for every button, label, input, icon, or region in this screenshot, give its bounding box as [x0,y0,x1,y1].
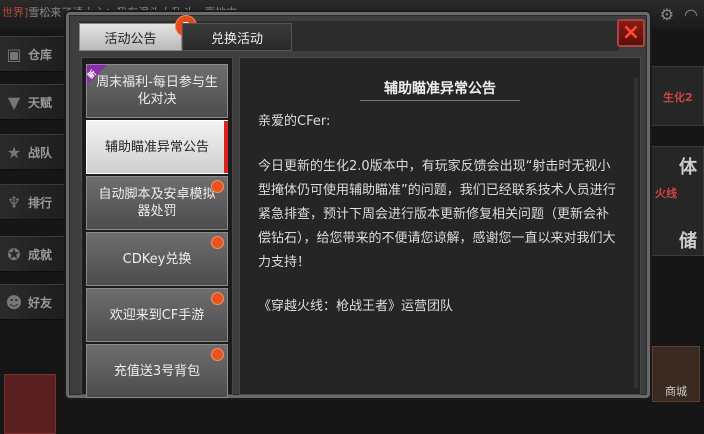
promo-banner[interactable]: 生化2 [648,66,704,126]
body-paragraph: 今日更新的生化2.0版本中，有玩家反馈会出现“射击时无视小型掩体仍可使用辅助瞄准… [258,159,616,270]
list-item-label: 充值送3号背包 [113,363,201,379]
ticker-prefix: 世界] [2,6,29,19]
menu-item-label: 仓库 [28,47,53,62]
list-item-label: 辅助瞄准异常公告 [104,139,209,155]
menu-item-label: 战队 [28,145,53,160]
greeting-text: 亲爱的CFer: [258,114,331,129]
announcement-list: 新 周末福利-每日参与生化对决 辅助瞄准异常公告 自动脚本及安卓模拟器处罚 CD… [81,57,233,398]
list-item-label: 周末福利-每日参与生化对决 [96,75,218,107]
list-item-welcome[interactable]: 欢迎来到CF手游 [86,288,228,342]
promo-panel[interactable]: 体 火线 储 [648,146,704,256]
person-icon: ☻ [5,292,23,312]
menu-item-friends[interactable]: ☻ 好友 [0,284,72,320]
shop-button-label: 商城 [665,385,687,398]
close-button[interactable]: × [617,19,645,47]
fire-label: 火线 [655,187,677,200]
menu-item-talent[interactable]: ▼ 天赋 [0,84,72,120]
tab-bar: 活动公告 5 兑换活动 [79,15,619,51]
unread-dot [211,292,224,305]
content-body[interactable]: 亲爱的CFer: 今日更新的生化2.0版本中，有玩家反馈会出现“射击时无视小型掩… [258,110,620,319]
medal-icon: ✪ [7,244,21,264]
close-icon: × [621,20,641,45]
promo-big-text-2: 储 [679,231,697,252]
list-item-label: 自动脚本及安卓模拟器处罚 [98,187,216,219]
menu-item-achievement[interactable]: ✪ 成就 [0,236,72,272]
list-item-aim-assist-notice[interactable]: 辅助瞄准异常公告 [86,120,228,174]
promo-big-text-1: 体 [679,157,697,178]
left-menu: ▣ 仓库 ▼ 天赋 ★ 战队 ♆ 排行 ✪ 成就 ☻ 好友 [0,36,74,434]
unread-dot [211,236,224,249]
announcement-content: 辅助瞄准异常公告 亲爱的CFer: 今日更新的生化2.0版本中，有玩家反馈会出现… [239,57,641,395]
menu-item-warehouse[interactable]: ▣ 仓库 [0,36,72,72]
tab-redeem-events[interactable]: 兑换活动 [182,23,292,51]
list-item-label: 欢迎来到CF手游 [109,307,205,323]
right-side-panel: 生化2 体 火线 储 商城 [648,36,704,402]
gear-icon[interactable]: ⚙ [660,6,674,24]
chevron-badge-icon: ▼ [7,92,21,112]
unread-dot [211,180,224,193]
menu-item-label: 成就 [28,247,53,262]
avatar[interactable] [4,374,56,434]
menu-item-clan[interactable]: ★ 战队 [0,134,72,170]
trophy-icon: ♆ [6,192,22,212]
tab-announcements[interactable]: 活动公告 [79,23,182,51]
title-divider [360,100,520,101]
list-item-label: CDKey兑换 [122,251,192,267]
menu-item-label: 好友 [28,295,53,310]
list-item-recharge-backpack[interactable]: 充值送3号背包 [86,344,228,398]
signature-text: 《穿越火线：枪战王者》运营团队 [258,299,454,314]
crate-icon: ▣ [6,44,22,64]
content-scrollbar[interactable] [634,78,638,388]
tab-label: 活动公告 [104,31,157,47]
star-shield-icon: ★ [6,142,22,162]
promo-badge-text: 生化2 [663,91,693,104]
tab-label: 兑换活动 [210,31,263,47]
list-item-script-penalty[interactable]: 自动脚本及安卓模拟器处罚 [86,176,228,230]
menu-item-label: 排行 [28,195,53,210]
top-icons: ⚙ ◠ [660,6,698,24]
shop-button[interactable]: 商城 [652,346,700,402]
content-title: 辅助瞄准异常公告 [384,81,496,97]
list-item-cdkey[interactable]: CDKey兑换 [86,232,228,286]
list-item-weekend-bonus[interactable]: 新 周末福利-每日参与生化对决 [86,64,228,118]
menu-item-label: 天赋 [28,95,53,110]
unread-dot [211,348,224,361]
announcement-dialog: 活动公告 5 兑换活动 × 新 周末福利-每日参与生化对决 辅助瞄准异常公告 自… [66,12,650,398]
menu-item-ranking[interactable]: ♆ 排行 [0,184,72,220]
wifi-icon: ◠ [684,5,698,24]
